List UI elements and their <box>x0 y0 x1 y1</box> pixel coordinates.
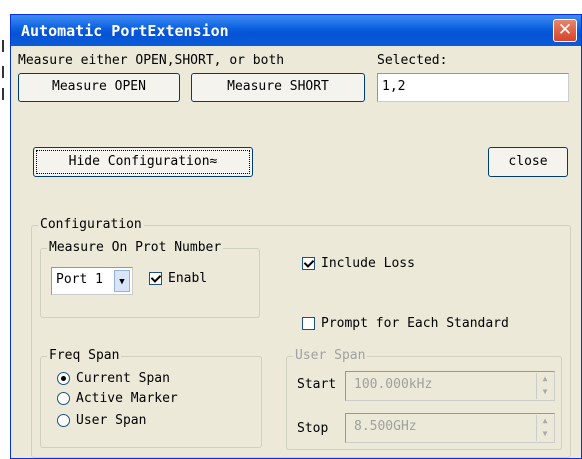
port-group-title: Measure On Prot Number <box>47 240 224 255</box>
prompt-each-check-icon <box>302 317 315 330</box>
configuration-group: Configuration Measure On Prot Number Por… <box>31 217 571 458</box>
stop-spinner[interactable]: ▲ ▼ <box>536 415 553 441</box>
selected-label: Selected: <box>377 53 448 68</box>
measure-instruction: Measure either OPEN,SHORT, or both <box>18 53 285 68</box>
enable-check-icon <box>149 272 162 285</box>
freq-span-title: Freq Span <box>47 348 122 363</box>
close-icon[interactable]: ✕ <box>553 19 577 42</box>
radio-icon <box>57 372 70 385</box>
radio-active-marker[interactable]: Active Marker <box>57 391 178 406</box>
configuration-title: Configuration <box>38 217 144 232</box>
start-input[interactable]: 100.000kHz ▲ ▼ <box>345 371 555 401</box>
include-loss-checkbox[interactable]: Include Loss <box>302 256 415 271</box>
radio-icon <box>57 414 70 427</box>
user-span-title: User Span <box>293 348 368 363</box>
start-value: 100.000kHz <box>354 377 433 392</box>
prompt-each-checkbox[interactable]: Prompt for Each Standard <box>302 316 509 331</box>
enable-label: Enabl <box>168 271 208 286</box>
selected-ports-field[interactable]: 1,2 <box>377 73 569 102</box>
dialog-window: Automatic PortExtension ✕ Measure either… <box>10 14 582 459</box>
radio-current-span[interactable]: Current Span <box>57 371 170 386</box>
measure-short-button[interactable]: Measure SHORT <box>191 73 365 102</box>
stop-label: Stop <box>297 421 329 436</box>
measure-open-button[interactable]: Measure OPEN <box>18 73 180 102</box>
freq-span-group: Freq Span Current Span Active Marker Use… <box>40 348 262 448</box>
current-span-label: Current Span <box>76 371 170 386</box>
user-span-label: User Span <box>76 413 147 428</box>
port-number-group: Measure On Prot Number Port 1 ▼ Enabl <box>40 240 260 318</box>
port-select-value: Port 1 <box>56 272 103 287</box>
radio-icon <box>57 392 70 405</box>
stop-input[interactable]: 8.500GHz ▲ ▼ <box>345 413 555 443</box>
prompt-each-label: Prompt for Each Standard <box>321 316 509 331</box>
enable-checkbox[interactable]: Enabl <box>149 271 207 286</box>
title-bar[interactable]: Automatic PortExtension ✕ <box>11 15 581 46</box>
port-select[interactable]: Port 1 ▼ <box>51 267 133 295</box>
close-button[interactable]: close <box>488 147 568 177</box>
radio-user-span[interactable]: User Span <box>57 413 146 428</box>
stop-value: 8.500GHz <box>354 419 417 434</box>
background-window-edge <box>0 0 10 459</box>
chevron-down-icon[interactable]: ▼ <box>114 270 130 292</box>
start-spinner[interactable]: ▲ ▼ <box>536 373 553 399</box>
hide-configuration-button[interactable]: Hide Configuration≈ <box>33 147 253 177</box>
active-marker-label: Active Marker <box>76 391 178 406</box>
user-span-group: User Span Start 100.000kHz ▲ ▼ Stop 8.500… <box>286 348 562 450</box>
include-loss-check-icon <box>302 257 315 270</box>
start-label: Start <box>297 377 337 392</box>
window-title: Automatic PortExtension <box>21 22 229 40</box>
include-loss-label: Include Loss <box>321 256 415 271</box>
